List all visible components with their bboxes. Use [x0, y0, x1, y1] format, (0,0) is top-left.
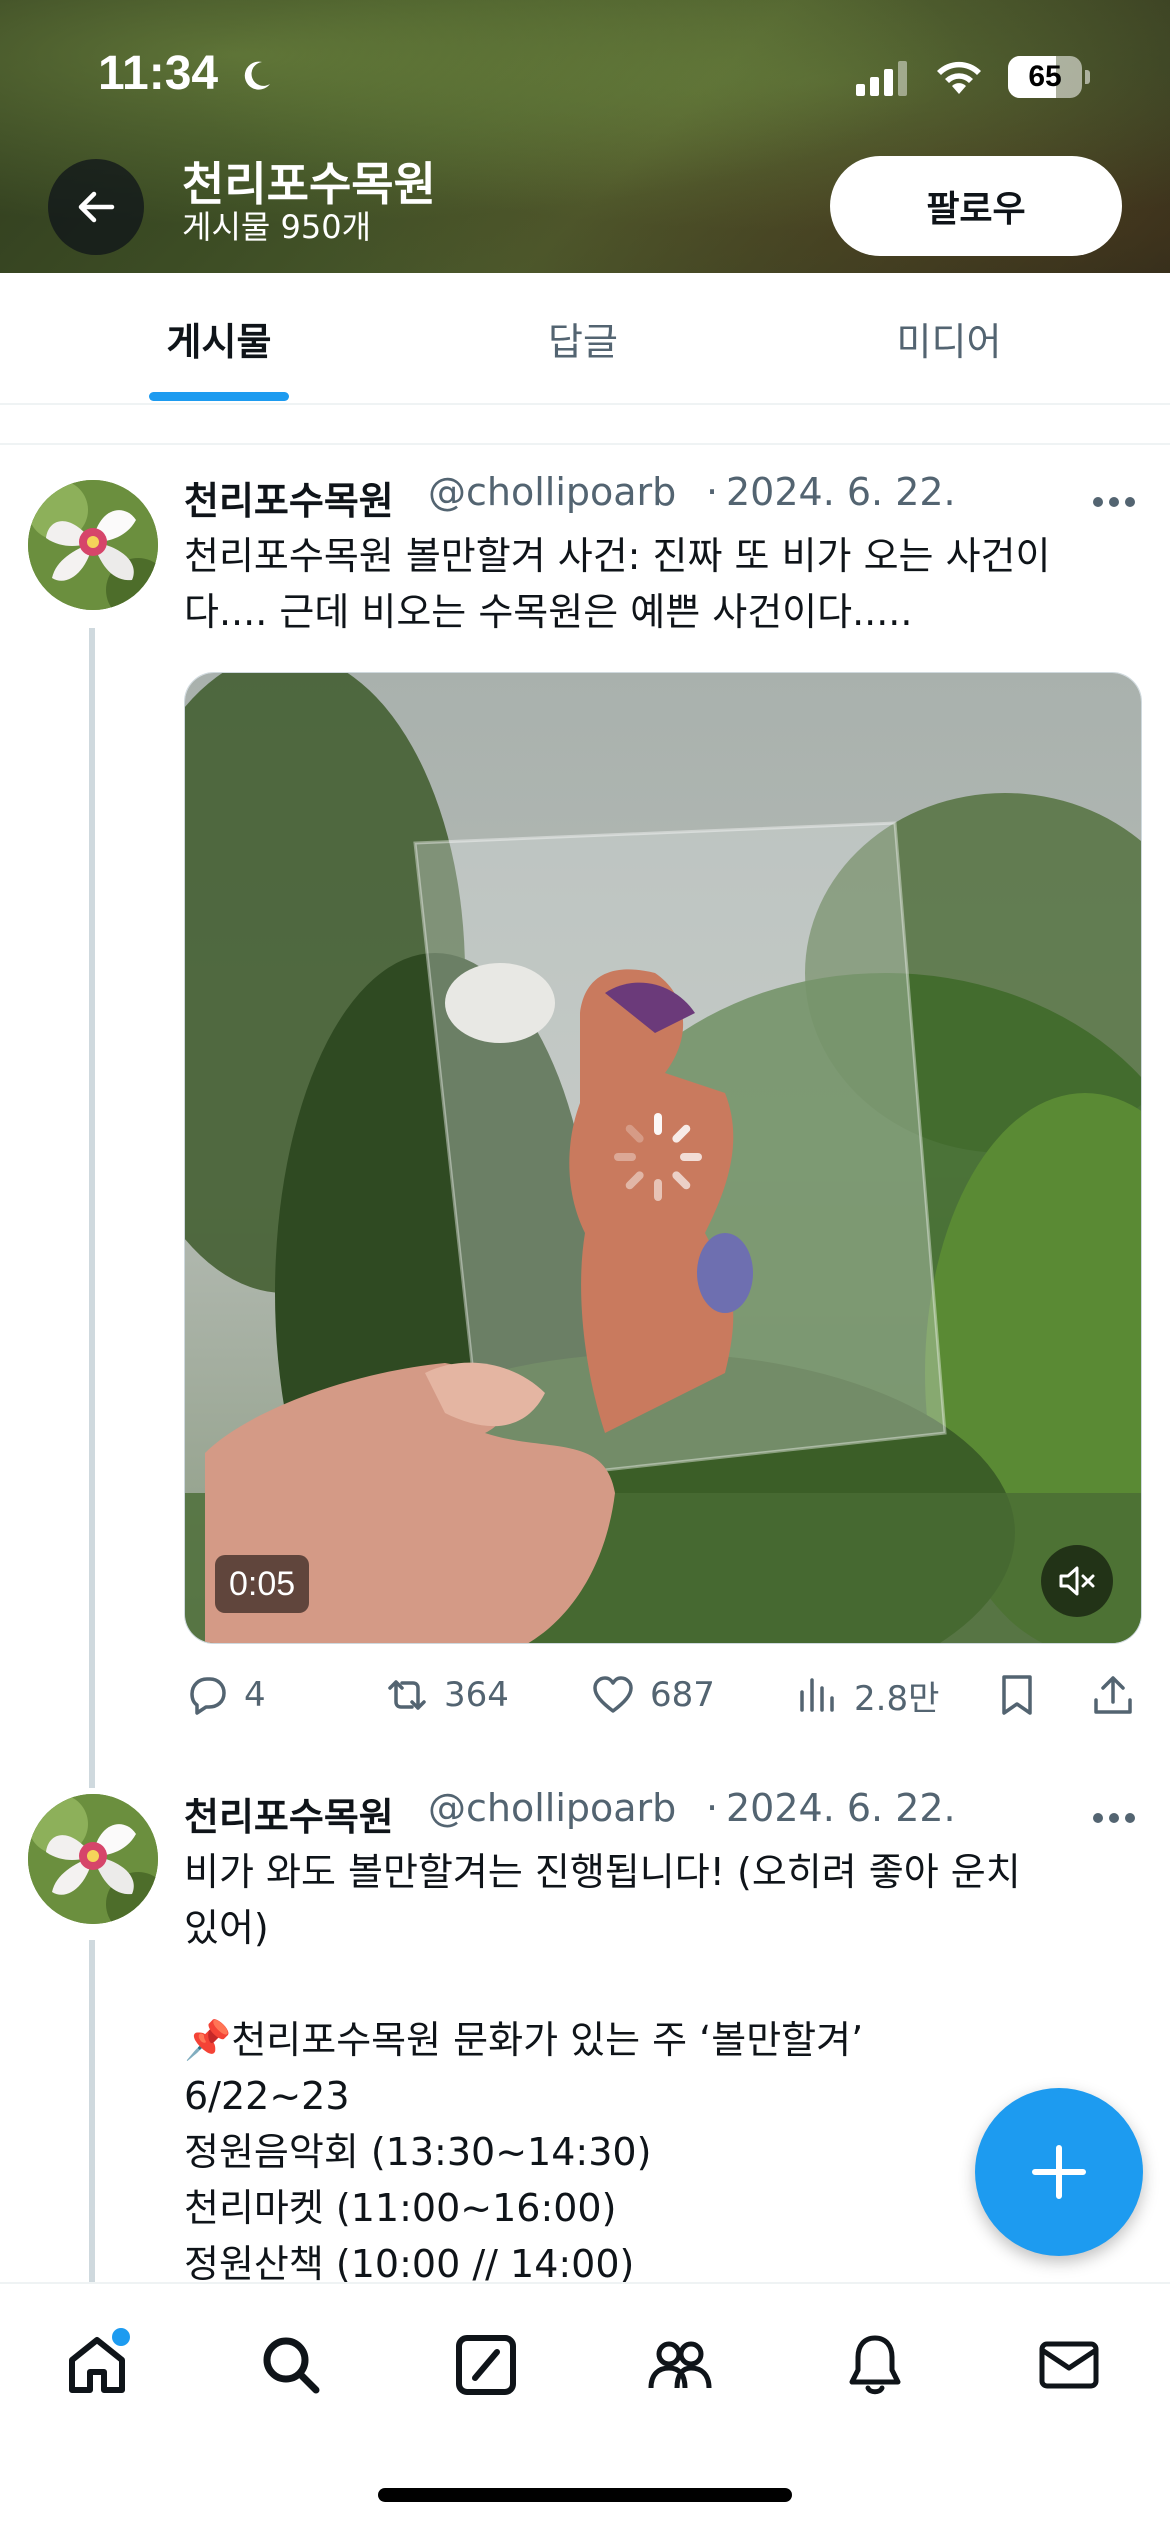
battery-indicator: 65	[1008, 56, 1090, 98]
repost-icon	[388, 1680, 426, 1710]
notification-dot	[112, 2328, 130, 2346]
tab-replies[interactable]: 답글	[438, 273, 728, 403]
flower-avatar-image	[28, 1794, 158, 1924]
video-player[interactable]: 0:05	[184, 672, 1142, 1644]
thread-line	[89, 1940, 95, 2282]
post-date[interactable]: 2024. 6. 22.	[726, 1786, 956, 1830]
bookmark-icon	[1002, 1675, 1032, 1715]
bell-icon	[849, 2335, 901, 2395]
post-text-line: 있어)	[184, 1906, 269, 1950]
video-duration: 0:05	[215, 1555, 310, 1613]
profile-tabs: 게시물 답글 미디어	[0, 273, 1170, 405]
thread-line	[89, 628, 95, 1788]
home-indicator[interactable]	[378, 2488, 792, 2502]
post-text: 천리포수목원 볼만할겨 사건: 진짜 또 비가 오는 사건이 다.... 근데 …	[184, 528, 1134, 640]
repost-count: 364	[444, 1675, 509, 1715]
profile-header: 11:34 65 천리포수목원 게시물 950개 팔로우	[0, 0, 1170, 273]
active-tab-indicator	[149, 392, 289, 401]
back-button[interactable]	[48, 159, 144, 255]
post-separator: ·	[706, 1786, 719, 1830]
tab-media[interactable]: 미디어	[728, 273, 1170, 403]
more-options-icon[interactable]	[1092, 496, 1136, 508]
more-options-icon[interactable]	[1092, 1812, 1136, 1824]
post-text-line: 6/22~23	[184, 2074, 350, 2118]
plus-icon	[1032, 2145, 1086, 2199]
mute-button[interactable]	[1041, 1545, 1113, 1617]
views-button[interactable]: 2.8만	[794, 1662, 939, 1728]
search-icon	[263, 2337, 320, 2394]
post-actions: 4 364 687 2.8만	[184, 1662, 1142, 1728]
battery-level: 65	[1028, 60, 1062, 93]
mail-icon	[1039, 2341, 1099, 2389]
post-text-line	[184, 1956, 1134, 2012]
compose-post-button[interactable]	[975, 2088, 1143, 2256]
reply-icon	[190, 1677, 226, 1715]
wifi-icon	[937, 61, 981, 94]
feed-divider	[0, 443, 1170, 445]
reply-button[interactable]: 4	[184, 1662, 266, 1728]
nav-home[interactable]	[52, 2320, 142, 2410]
status-time: 11:34	[98, 47, 219, 100]
post-text-line: 📌천리포수목원 문화가 있는 주 ‘볼만할겨’	[184, 2018, 864, 2062]
post-text-line: 비가 와도 볼만할겨는 진행됩니다! (오히려 좋아 운치	[184, 1850, 1021, 1894]
nav-grok[interactable]	[441, 2320, 531, 2410]
post-display-name[interactable]: 천리포수목원	[184, 470, 394, 525]
speaker-muted-icon	[1059, 1566, 1095, 1596]
avatar[interactable]	[28, 1794, 158, 1924]
nav-search[interactable]	[246, 2320, 336, 2410]
share-icon	[1094, 1676, 1132, 1714]
post-handle[interactable]: @chollipoarb	[428, 1786, 676, 1830]
flower-avatar-image	[28, 480, 158, 610]
like-count: 687	[650, 1675, 715, 1715]
analytics-icon	[800, 1678, 834, 1712]
follow-button[interactable]: 팔로우	[830, 156, 1122, 256]
tab-posts[interactable]: 게시물	[0, 273, 438, 403]
status-bar: 11:34 65	[0, 0, 1170, 150]
arrow-left-icon	[78, 191, 115, 223]
grok-icon	[456, 2335, 516, 2395]
nav-communities[interactable]	[635, 2320, 725, 2410]
post-display-name[interactable]: 천리포수목원	[184, 1786, 394, 1841]
moon-icon	[244, 61, 270, 90]
nav-notifications[interactable]	[830, 2320, 920, 2410]
communities-icon	[648, 2341, 712, 2389]
like-button[interactable]: 687	[590, 1662, 715, 1728]
post-count: 게시물 950개	[182, 208, 372, 246]
post-handle[interactable]: @chollipoarb	[428, 470, 676, 514]
post-separator: ·	[706, 470, 719, 514]
post-date[interactable]: 2024. 6. 22.	[726, 470, 956, 514]
video-thumbnail	[185, 673, 1141, 1643]
avatar[interactable]	[28, 480, 158, 610]
bookmark-button[interactable]	[994, 1662, 1054, 1728]
nav-messages[interactable]	[1024, 2320, 1114, 2410]
reply-count: 4	[244, 1675, 266, 1715]
post-text: 비가 와도 볼만할겨는 진행됩니다! (오히려 좋아 운치 있어) 📌천리포수목…	[184, 1844, 1134, 2292]
post-text-line: 다.... 근데 비오는 수목원은 예쁜 사건이다.....	[184, 590, 913, 634]
share-button[interactable]	[1090, 1662, 1150, 1728]
repost-button[interactable]: 364	[384, 1662, 509, 1728]
post-text-line: 천리포수목원 볼만할겨 사건: 진짜 또 비가 오는 사건이	[184, 534, 1051, 578]
cellular-signal-icon	[856, 61, 907, 96]
heart-icon	[593, 1676, 633, 1713]
view-count: 2.8만	[854, 1678, 940, 1719]
